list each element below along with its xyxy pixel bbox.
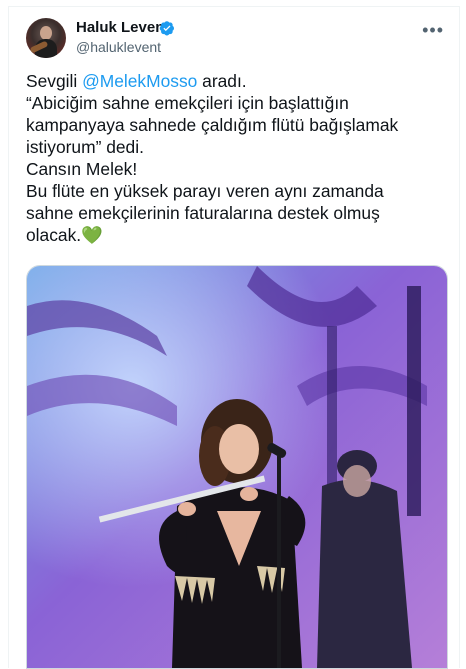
tweet-photo[interactable] bbox=[26, 265, 448, 669]
more-icon[interactable]: ••• bbox=[422, 20, 444, 41]
tweet-line-6: Bu flüte en yüksek parayı veren aynı zam… bbox=[26, 181, 384, 201]
tweet-line-3: kampanyaya sahnede çaldığım flütü bağışl… bbox=[26, 115, 399, 135]
photo-image bbox=[27, 266, 447, 668]
tweet-text: Sevgili @MelekMosso aradı. “Abiciğim sah… bbox=[26, 70, 446, 246]
tweet-line-1: Sevgili @MelekMosso aradı. bbox=[26, 70, 446, 92]
author-handle[interactable]: @haluklevent bbox=[76, 39, 161, 55]
tweet-text-segment: olacak. bbox=[26, 225, 82, 245]
green-heart-icon: 💚 bbox=[81, 225, 103, 245]
tweet-line-7: sahne emekçilerinin faturalarına destek … bbox=[26, 203, 380, 223]
tweet-line-8: olacak.💚 bbox=[26, 224, 446, 246]
profile-avatar[interactable] bbox=[26, 18, 66, 58]
tweet-text-segment: aradı. bbox=[197, 71, 247, 91]
avatar-head bbox=[40, 26, 52, 40]
author-name[interactable]: Haluk Levent bbox=[76, 19, 169, 36]
verified-badge-icon bbox=[159, 21, 174, 36]
tweet-line-5: Cansın Melek! bbox=[26, 159, 138, 179]
tweet-line-4: istiyorum” dedi. bbox=[26, 137, 144, 157]
tweet-text-segment: Sevgili bbox=[26, 71, 83, 91]
tweet-line-2: “Abiciğim sahne emekçileri için başlattı… bbox=[26, 93, 349, 113]
mention-link[interactable]: @MelekMosso bbox=[82, 71, 197, 91]
